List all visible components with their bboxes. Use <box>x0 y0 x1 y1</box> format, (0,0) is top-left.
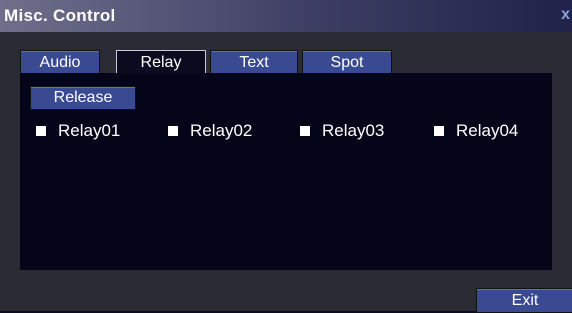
checkbox-square-icon[interactable] <box>36 126 46 136</box>
tab-relay[interactable]: Relay <box>116 50 206 74</box>
checkbox-square-icon[interactable] <box>300 126 310 136</box>
relay02-label: Relay02 <box>190 121 253 140</box>
tab-text[interactable]: Text <box>210 50 298 74</box>
relay03-checkbox[interactable]: Relay03 <box>300 119 384 143</box>
tab-spot[interactable]: Spot <box>302 50 392 74</box>
relay04-label: Relay04 <box>456 121 519 140</box>
tab-audio[interactable]: Audio <box>20 50 100 74</box>
release-button[interactable]: Release <box>30 86 136 110</box>
relay01-label: Relay01 <box>58 121 121 140</box>
title-bar: Misc. Control x <box>0 0 572 32</box>
close-icon[interactable]: x <box>561 6 570 24</box>
exit-button[interactable]: Exit <box>476 288 572 313</box>
checkbox-square-icon[interactable] <box>168 126 178 136</box>
window-title: Misc. Control <box>4 6 116 25</box>
relay03-label: Relay03 <box>322 121 385 140</box>
relay01-checkbox[interactable]: Relay01 <box>36 119 120 143</box>
relay02-checkbox[interactable]: Relay02 <box>168 119 252 143</box>
relay-panel: Release Relay01 Relay02 Relay03 Relay04 <box>20 73 552 270</box>
checkbox-square-icon[interactable] <box>434 126 444 136</box>
relay04-checkbox[interactable]: Relay04 <box>434 119 518 143</box>
